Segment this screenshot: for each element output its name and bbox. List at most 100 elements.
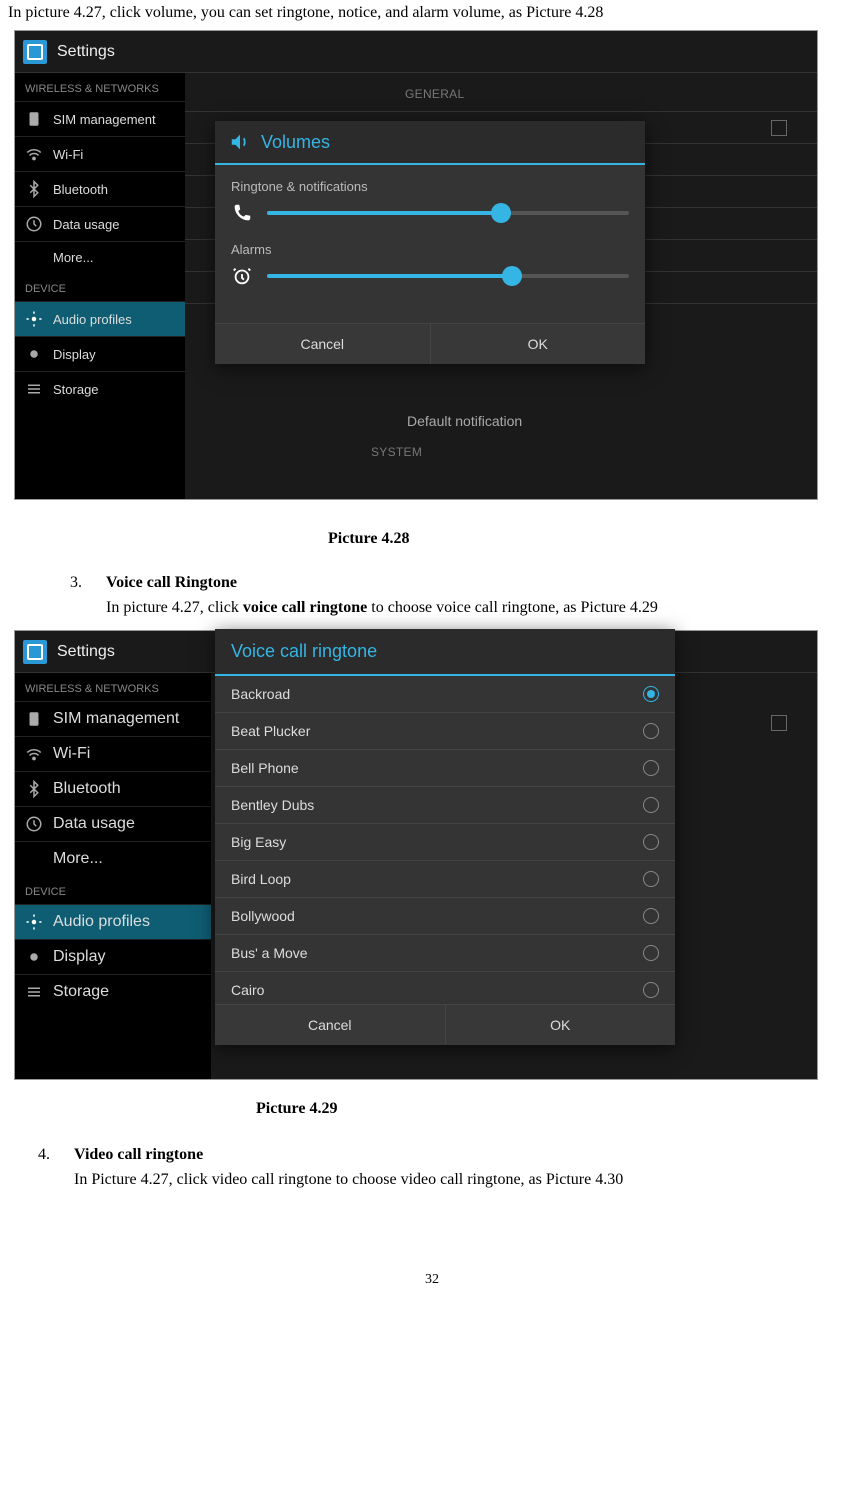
wifi-icon xyxy=(25,745,43,763)
default-notification-label[interactable]: Default notification xyxy=(407,413,522,429)
screenshot-4-28: Settings WIRELESS & NETWORKS SIM managem… xyxy=(14,30,818,500)
cancel-button[interactable]: Cancel xyxy=(215,1005,446,1045)
list-heading: Video call ringtone xyxy=(74,1146,852,1164)
sidebar-label: SIM management xyxy=(53,112,156,127)
sidebar-label: Wi-Fi xyxy=(53,745,90,763)
radio-icon[interactable] xyxy=(643,871,659,887)
volumes-dialog-header: Volumes xyxy=(215,121,645,165)
list-heading: Voice call Ringtone xyxy=(106,574,852,592)
sidebar-item-sim[interactable]: SIM management xyxy=(15,701,211,736)
ok-button[interactable]: OK xyxy=(446,1005,676,1045)
ringtone-option[interactable]: Bus' a Move xyxy=(215,935,675,972)
sidebar-item-sim[interactable]: SIM management xyxy=(15,101,185,136)
radio-icon[interactable] xyxy=(643,945,659,961)
sidebar-item-audio[interactable]: Audio profiles xyxy=(15,301,185,336)
sidebar-label: Display xyxy=(53,347,96,362)
system-header: SYSTEM xyxy=(371,445,422,459)
ringtone-option[interactable]: Beat Plucker xyxy=(215,713,675,750)
ringtone-dialog-title: Voice call ringtone xyxy=(215,629,675,676)
ringtone-option[interactable]: Bentley Dubs xyxy=(215,787,675,824)
audio-icon xyxy=(25,310,43,328)
sidebar-item-storage[interactable]: Storage xyxy=(15,974,211,1009)
radio-icon[interactable] xyxy=(643,982,659,998)
bluetooth-icon xyxy=(25,180,43,198)
checkbox-icon[interactable] xyxy=(771,715,787,731)
list-paragraph: In Picture 4.27, click video call ringto… xyxy=(74,1168,852,1192)
ringtone-option[interactable]: Bird Loop xyxy=(215,861,675,898)
ringtone-slider[interactable] xyxy=(267,211,629,215)
ringtone-option[interactable]: Cairo xyxy=(215,972,675,1004)
display-icon xyxy=(25,948,43,966)
display-icon xyxy=(25,345,43,363)
volumes-dialog: Volumes Ringtone & notifications Alarms xyxy=(215,121,645,364)
caption-4-28: Picture 4.28 xyxy=(0,530,864,548)
volumes-title: Volumes xyxy=(261,132,330,153)
list-paragraph: In picture 4.27, click voice call ringto… xyxy=(106,596,852,620)
intro-text: In picture 4.27, click volume, you can s… xyxy=(0,0,864,30)
radio-icon[interactable] xyxy=(643,834,659,850)
radio-selected-icon[interactable] xyxy=(643,686,659,702)
list-item-3: 3. Voice call Ringtone In picture 4.27, … xyxy=(70,574,852,620)
section-device-header: DEVICE xyxy=(15,876,211,904)
ringtone-list[interactable]: Backroad Beat Plucker Bell Phone Bentley… xyxy=(215,676,675,1004)
sim-icon xyxy=(25,710,43,728)
settings-sidebar: WIRELESS & NETWORKS SIM management Wi-Fi… xyxy=(15,673,211,1079)
wifi-icon xyxy=(25,145,43,163)
volume-icon xyxy=(229,131,251,153)
alarm-slider[interactable] xyxy=(267,274,629,278)
settings-icon xyxy=(23,640,47,664)
sidebar-item-more[interactable]: More... xyxy=(15,241,185,273)
sidebar-label: SIM management xyxy=(53,710,179,728)
list-item-4: 4. Video call ringtone In Picture 4.27, … xyxy=(38,1146,852,1192)
sidebar-item-display[interactable]: Display xyxy=(15,336,185,371)
sidebar-item-bluetooth[interactable]: Bluetooth xyxy=(15,171,185,206)
phone-icon xyxy=(231,202,253,224)
sidebar-label: Display xyxy=(53,948,105,966)
sidebar-item-bluetooth[interactable]: Bluetooth xyxy=(15,771,211,806)
settings-header: Settings xyxy=(15,31,817,73)
caption-4-29: Picture 4.29 xyxy=(0,1100,864,1118)
sidebar-item-storage[interactable]: Storage xyxy=(15,371,185,406)
screenshot-4-29: Settings WIRELESS & NETWORKS SIM managem… xyxy=(14,630,818,1080)
sidebar-item-data[interactable]: Data usage xyxy=(15,806,211,841)
audio-icon xyxy=(25,913,43,931)
radio-icon[interactable] xyxy=(643,760,659,776)
ringtone-option[interactable]: Bollywood xyxy=(215,898,675,935)
data-icon xyxy=(25,215,43,233)
sidebar-label: More... xyxy=(53,250,93,265)
bluetooth-icon xyxy=(25,780,43,798)
alarm-icon xyxy=(231,265,253,287)
cancel-button[interactable]: Cancel xyxy=(215,324,431,364)
sidebar-item-wifi[interactable]: Wi-Fi xyxy=(15,136,185,171)
sidebar-label: Bluetooth xyxy=(53,182,108,197)
ringtone-label: Ringtone & notifications xyxy=(231,179,629,194)
radio-icon[interactable] xyxy=(643,797,659,813)
ok-button[interactable]: OK xyxy=(431,324,646,364)
settings-title: Settings xyxy=(57,43,115,61)
ringtone-dialog: Voice call ringtone Backroad Beat Plucke… xyxy=(215,629,675,1045)
section-wireless-header: WIRELESS & NETWORKS xyxy=(15,673,211,701)
sidebar-item-more[interactable]: More... xyxy=(15,841,211,876)
ringtone-option[interactable]: Big Easy xyxy=(215,824,675,861)
radio-icon[interactable] xyxy=(643,723,659,739)
sidebar-item-data[interactable]: Data usage xyxy=(15,206,185,241)
sidebar-item-display[interactable]: Display xyxy=(15,939,211,974)
sidebar-label: Storage xyxy=(53,382,99,397)
radio-icon[interactable] xyxy=(643,908,659,924)
alarms-label: Alarms xyxy=(231,242,629,257)
page-number: 32 xyxy=(0,1272,864,1288)
sim-icon xyxy=(25,110,43,128)
sidebar-item-audio[interactable]: Audio profiles xyxy=(15,904,211,939)
section-wireless-header: WIRELESS & NETWORKS xyxy=(15,73,185,101)
sidebar-label: Audio profiles xyxy=(53,312,132,327)
sidebar-label: Audio profiles xyxy=(53,913,150,931)
sidebar-label: Data usage xyxy=(53,217,120,232)
sidebar-label: More... xyxy=(53,850,103,868)
section-device-header: DEVICE xyxy=(15,273,185,301)
list-number: 3. xyxy=(70,574,106,620)
sidebar-item-wifi[interactable]: Wi-Fi xyxy=(15,736,211,771)
ringtone-option[interactable]: Backroad xyxy=(215,676,675,713)
ringtone-option[interactable]: Bell Phone xyxy=(215,750,675,787)
checkbox-icon[interactable] xyxy=(771,120,787,136)
general-header: GENERAL xyxy=(185,73,817,111)
